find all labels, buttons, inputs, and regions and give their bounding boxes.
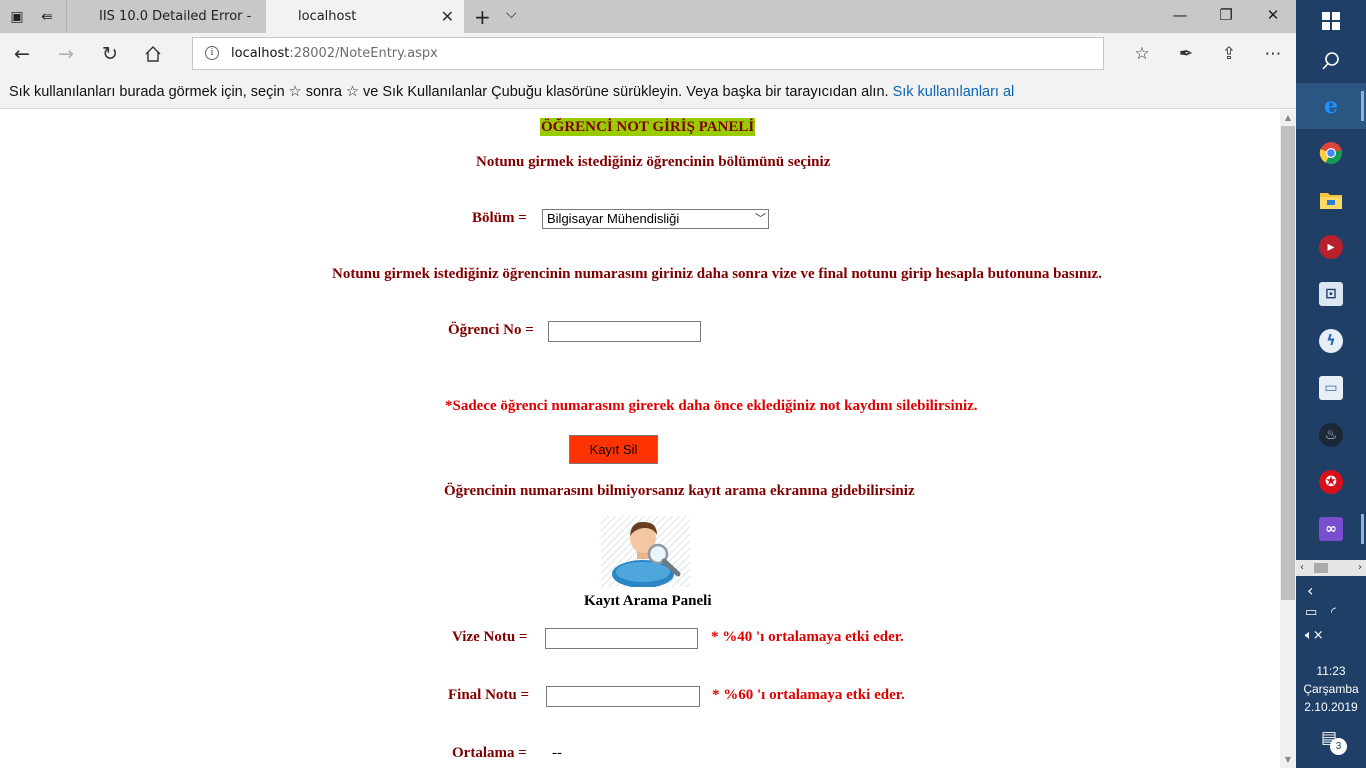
clock-date: 2.10.2019 <box>1304 700 1358 714</box>
midterm-input[interactable] <box>545 628 698 649</box>
refresh-icon[interactable]: ↻ <box>98 42 122 66</box>
scroll-up-icon[interactable]: ▲ <box>1280 110 1296 126</box>
tab-manager-icon[interactable]: ▣ <box>8 8 26 26</box>
remote-desktop-icon: ⊡ <box>1319 282 1343 306</box>
notification-count-badge: 3 <box>1330 738 1347 755</box>
department-label: Bölüm = <box>472 210 527 226</box>
new-tab-icon[interactable]: + <box>474 5 491 29</box>
taskbar-steam[interactable]: ♨ <box>1296 412 1366 458</box>
navigation-bar: ← → ↻ i localhost:28002/NoteEntry.aspx ☆… <box>0 33 1296 75</box>
scroll-down-icon[interactable]: ▼ <box>1280 752 1296 768</box>
average-label: Ortalama = <box>452 745 527 761</box>
taskbar-presentation-app[interactable]: ▸ <box>1296 224 1366 270</box>
show-hidden-icons-chevron-icon[interactable]: ‹ <box>1307 581 1313 600</box>
taskbar-edge[interactable]: e <box>1296 83 1366 129</box>
scroll-right-icon[interactable]: › <box>1358 560 1362 576</box>
favorites-star-icon[interactable]: ☆ <box>1130 42 1154 66</box>
edge-icon: e <box>1324 93 1338 119</box>
taskbar-window-app[interactable]: ▭ <box>1296 365 1366 411</box>
tab-iis-error[interactable]: IIS 10.0 Detailed Error - 403 <box>66 0 266 57</box>
battery-icon[interactable]: ▭ <box>1305 605 1317 620</box>
search-icon <box>1322 52 1339 70</box>
delete-note: *Sadece öğrenci numarasını girerek daha … <box>445 398 978 414</box>
page-scrollbar[interactable]: ▲ ▼ <box>1280 110 1296 768</box>
tab-localhost[interactable]: localhost ✕ <box>266 0 464 33</box>
search-panel-link[interactable]: Kayıt Arama Paneli <box>584 593 712 610</box>
taskbar-remote-desktop[interactable]: ⊡ <box>1296 271 1366 317</box>
clock-time: 11:23 <box>1316 664 1346 678</box>
taskbar-red-app[interactable]: ✪ <box>1296 459 1366 505</box>
window-app-icon: ▭ <box>1319 376 1343 400</box>
close-window-icon[interactable]: ✕ <box>1263 6 1283 24</box>
clock-day: Çarşamba <box>1303 682 1359 696</box>
department-instruction: Notunu girmek istediğiniz öğrencinin böl… <box>476 154 831 170</box>
search-person-icon[interactable] <box>601 516 690 588</box>
steam-icon: ♨ <box>1319 423 1343 447</box>
home-icon[interactable] <box>141 42 165 66</box>
tab-preview-chevron-icon[interactable]: ⌵ <box>506 6 517 22</box>
set-tabs-aside-icon[interactable]: ⇚ <box>38 8 56 26</box>
import-favorites-link[interactable]: Sık kullanılanları al <box>893 84 1015 100</box>
midterm-label: Vize Notu = <box>452 629 528 645</box>
screen: ▣ ⇚ IIS 10.0 Detailed Error - 403 localh… <box>0 0 1366 768</box>
department-select[interactable]: Bilgisayar Mühendisliği ﹀ <box>542 209 769 229</box>
search-button[interactable] <box>1296 38 1366 84</box>
number-instruction: Notunu girmek istediğiniz öğrencinin num… <box>332 266 1102 282</box>
address-bar[interactable]: i localhost:28002/NoteEntry.aspx <box>192 37 1104 70</box>
page-content: ÖĞRENCİ NOT GİRİŞ PANELİ Notunu girmek i… <box>0 110 1280 768</box>
department-selected-value: Bilgisayar Mühendisliği <box>547 211 680 226</box>
page-title: ÖĞRENCİ NOT GİRİŞ PANELİ <box>540 118 756 136</box>
taskbar-scroller[interactable]: ‹ › <box>1296 560 1366 576</box>
average-value: -- <box>552 745 562 761</box>
visual-studio-icon: ∞ <box>1319 517 1343 541</box>
final-weight-note: * %60 'ı ortalamaya etki eder. <box>712 687 905 703</box>
tab-bar: ▣ ⇚ IIS 10.0 Detailed Error - 403 localh… <box>0 0 1296 57</box>
chrome-icon <box>1319 142 1342 164</box>
share-icon[interactable]: ⇪ <box>1217 42 1241 66</box>
favorites-bar-text: Sık kullanılanları burada görmek için, s… <box>9 84 889 100</box>
taskbar-scroll-thumb[interactable] <box>1314 563 1328 573</box>
tab-title: localhost <box>298 9 357 24</box>
taskbar-speed-app[interactable]: ϟ <box>1296 318 1366 364</box>
student-no-input[interactable] <box>548 321 701 342</box>
site-info-icon[interactable]: i <box>205 46 219 60</box>
taskbar-file-explorer[interactable] <box>1296 177 1366 223</box>
folder-icon <box>1320 193 1342 209</box>
search-hint: Öğrencinin numarasını bilmiyorsanız kayı… <box>444 483 915 499</box>
midterm-weight-note: * %40 'ı ortalamaya etki eder. <box>711 629 904 645</box>
more-menu-icon[interactable]: ⋯ <box>1261 42 1285 66</box>
final-label: Final Notu = <box>448 687 530 703</box>
red-play-icon: ▸ <box>1319 235 1343 259</box>
restore-icon[interactable]: ❐ <box>1216 6 1236 24</box>
wifi-icon[interactable]: ◜ <box>1331 605 1336 620</box>
close-tab-icon[interactable]: ✕ <box>441 0 454 33</box>
forward-arrow-icon[interactable]: → <box>54 42 78 66</box>
taskbar-visual-studio[interactable]: ∞ <box>1296 506 1366 552</box>
taskbar-chrome[interactable] <box>1296 130 1366 176</box>
lightning-icon: ϟ <box>1319 329 1343 353</box>
red-target-icon: ✪ <box>1319 470 1343 494</box>
delete-record-button[interactable]: Kayıt Sil <box>569 435 658 464</box>
scroll-left-icon[interactable]: ‹ <box>1300 560 1304 576</box>
final-input[interactable] <box>546 686 700 707</box>
back-arrow-icon[interactable]: ← <box>10 42 34 66</box>
student-no-label: Öğrenci No = <box>448 322 534 338</box>
favorites-bar: Sık kullanılanları burada görmek için, s… <box>0 75 1296 109</box>
windows-logo-icon <box>1322 12 1340 30</box>
scrollbar-thumb[interactable] <box>1281 126 1295 600</box>
add-notes-pen-icon[interactable]: ✒ <box>1174 42 1198 66</box>
minimize-icon[interactable]: — <box>1170 6 1190 24</box>
system-clock[interactable]: 11:23 Çarşamba 2.10.2019 <box>1296 662 1366 716</box>
address-url[interactable]: localhost:28002/NoteEntry.aspx <box>231 38 438 69</box>
taskbar: e ▸ ⊡ ϟ ▭ ♨ ✪ ∞ ‹ › ‹ ▭ ◜ 🔈︎× 11:23 Çarş… <box>1296 0 1366 768</box>
chevron-down-icon: ﹀ <box>755 213 766 225</box>
volume-muted-icon[interactable]: 🔈︎× <box>1305 628 1324 643</box>
